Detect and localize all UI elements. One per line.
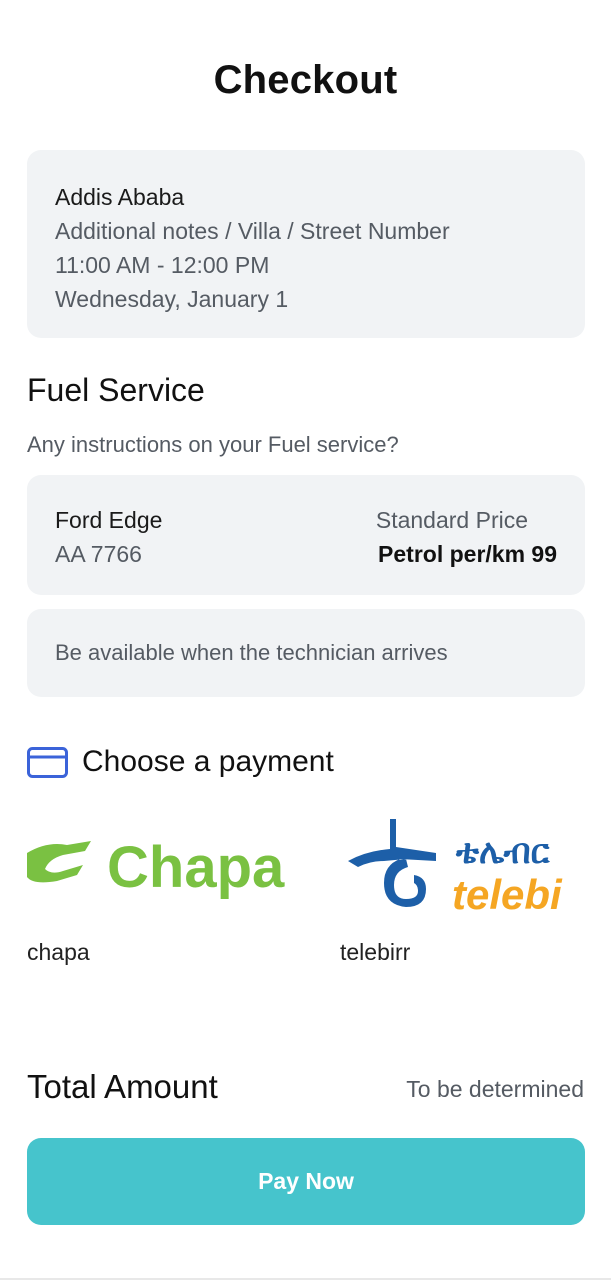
chapa-logo: Chapa [27, 813, 299, 921]
payment-option-chapa[interactable]: Chapa chapa [27, 813, 299, 966]
chapa-logo-text: Chapa [107, 835, 285, 900]
payment-option-telebirr[interactable]: ቴሌብር telebi telebirr [340, 813, 585, 966]
address-city: Addis Ababa [55, 184, 185, 210]
payment-header: Choose a payment [27, 745, 334, 779]
payment-label-chapa: chapa [27, 939, 90, 965]
service-subtitle: Any instructions on your Fuel service? [27, 432, 399, 457]
address-card[interactable]: Addis Ababa Additional notes / Villa / S… [27, 150, 585, 338]
instructions-field[interactable]: Be available when the technician arrives [27, 609, 585, 697]
total-value: To be determined [406, 1076, 584, 1102]
address-time: 11:00 AM - 12:00 PM [55, 252, 270, 278]
address-date: Wednesday, January 1 [55, 286, 289, 312]
vehicle-card[interactable]: Ford Edge AA 7766 Standard Price Petrol … [27, 475, 585, 595]
telebirr-logo-top: ቴሌብር [455, 832, 551, 872]
address-notes: Additional notes / Villa / Street Number [55, 218, 450, 244]
service-title: Fuel Service [27, 372, 205, 408]
payment-label-telebirr: telebirr [340, 939, 411, 965]
payment-title: Choose a payment [82, 745, 334, 778]
instructions-text: Be available when the technician arrives [55, 640, 448, 665]
telebirr-logo: ቴሌብር telebi [340, 813, 585, 921]
price-value: Petrol per/km 99 [378, 541, 557, 567]
pay-now-label: Pay Now [258, 1168, 354, 1194]
vehicle-name: Ford Edge [55, 507, 163, 533]
credit-card-icon [27, 746, 68, 778]
price-label: Standard Price [375, 507, 528, 533]
total-label: Total Amount [27, 1068, 218, 1105]
page-title: Checkout [213, 58, 398, 102]
pay-now-button[interactable]: Pay Now [27, 1138, 585, 1225]
telebirr-logo-bottom: telebi [452, 871, 563, 918]
vehicle-plate: AA 7766 [55, 541, 142, 567]
